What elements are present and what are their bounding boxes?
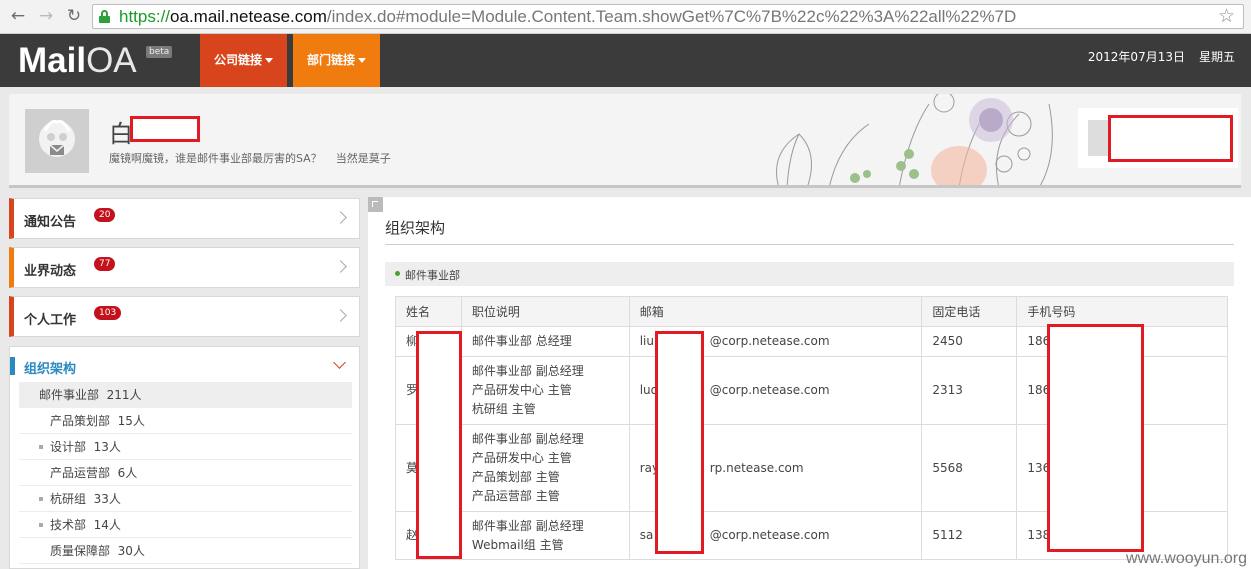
reload-icon[interactable]: ↻ [62,5,86,27]
user-motto: 魔镜啊魔镜，谁是邮件事业部最厉害的SA？ 当然是莫子 [109,152,391,165]
redaction-box [130,116,200,142]
org-tree-item[interactable]: 设计部 13人 [19,434,352,460]
org-tree-item[interactable]: 产品运营部 6人 [19,460,352,486]
count-badge: 20 [94,208,116,222]
chevron-right-icon [334,211,347,224]
phone-cell: 2450 [921,326,1018,357]
org-tree-item[interactable]: 技术部 14人 [19,512,352,538]
org-tree-item[interactable]: 质量保障部 30人 [19,538,352,564]
chevron-down-icon [333,356,346,369]
column-header: 手机号码 [1016,296,1228,327]
org-structure-panel: 组织架构 邮件事业部 211人 产品策划部 15人 设计部 13人 产品运营部 … [9,346,360,569]
user-info-box [1078,108,1238,168]
main-content: 组织架构 邮件事业部 姓名 职位说明 邮箱 固定电话 手机号码 柳 邮件事业部 … [368,197,1251,569]
avatar[interactable] [25,109,89,173]
org-tree-item[interactable]: 产品策划部 15人 [19,408,352,434]
current-date: 2012年07月13日 星期五 [1087,50,1235,64]
company-links-menu[interactable]: 公司链接 [200,34,287,87]
bookmark-star-icon[interactable]: ☆ [1218,5,1235,28]
org-tree-item[interactable]: 杭研组 33人 [19,486,352,512]
org-tree-item[interactable]: 邮件事业部 211人 [19,382,352,408]
column-header: 职位说明 [460,296,630,327]
chevron-right-icon [334,260,347,273]
profile-banner: 白 魔镜啊魔镜，谁是邮件事业部最厉害的SA？ 当然是莫子 [9,94,1241,188]
app-header: MailOA beta 公司链接 部门链接 2012年07月13日 星期五 [0,34,1251,87]
count-badge: 103 [94,306,122,320]
column-header: 邮箱 [628,296,923,327]
caret-down-icon [265,58,273,63]
sidebar-item-notices[interactable]: 通知公告 20 [9,198,360,239]
page-title: 组织架构 [385,219,446,237]
redaction-box [416,331,462,559]
back-icon[interactable]: ← [6,5,30,27]
table-header-row: 姓名 职位说明 邮箱 固定电话 手机号码 [395,296,1228,327]
address-bar[interactable]: https://oa.mail.netease.com/index.do#mod… [92,4,1244,29]
column-header: 固定电话 [921,296,1018,327]
floral-illustration [776,94,1053,185]
chevron-right-icon [334,309,347,322]
forward-icon[interactable]: → [34,5,58,27]
dept-links-menu[interactable]: 部门链接 [293,34,380,87]
sidebar-item-industry-news[interactable]: 业界动态 77 [9,247,360,288]
url-text: https://oa.mail.netease.com/index.do#mod… [119,7,1017,26]
phone-cell: 2313 [921,356,1018,425]
org-structure-header[interactable]: 组织架构 [10,354,359,380]
role-cell: 邮件事业部 副总经理 Webmail组 主管 [460,511,630,560]
dept-section-header: 邮件事业部 [385,262,1234,286]
phone-cell: 5112 [921,511,1018,560]
count-badge: 77 [94,257,116,271]
expand-bullet-icon [39,523,43,527]
sidebar-item-personal-work[interactable]: 个人工作 103 [9,296,360,337]
caret-down-icon [358,58,366,63]
expand-bullet-icon [39,497,43,501]
bullet-dot-icon [395,271,400,276]
role-cell: 邮件事业部 副总经理 产品研发中心 主管 杭研组 主管 [460,356,630,425]
redaction-box [1047,324,1144,552]
lock-icon [99,10,110,23]
browser-toolbar: ← → ↻ https://oa.mail.netease.com/index.… [0,0,1251,34]
column-header: 姓名 [395,296,462,327]
expand-bullet-icon [39,445,43,449]
mailoa-logo[interactable]: MailOA [18,41,137,81]
redaction-box [655,331,704,554]
phone-cell: 5568 [921,424,1018,512]
role-cell: 邮件事业部 副总经理 产品研发中心 主管 产品策划部 主管 产品运营部 主管 [460,424,630,512]
collapse-sidebar-icon[interactable] [368,197,383,212]
watermark: www.wooyun.org [1126,550,1247,567]
role-cell: 邮件事业部 总经理 [460,326,630,357]
redaction-box [1108,115,1233,162]
beta-badge: beta [146,46,173,58]
